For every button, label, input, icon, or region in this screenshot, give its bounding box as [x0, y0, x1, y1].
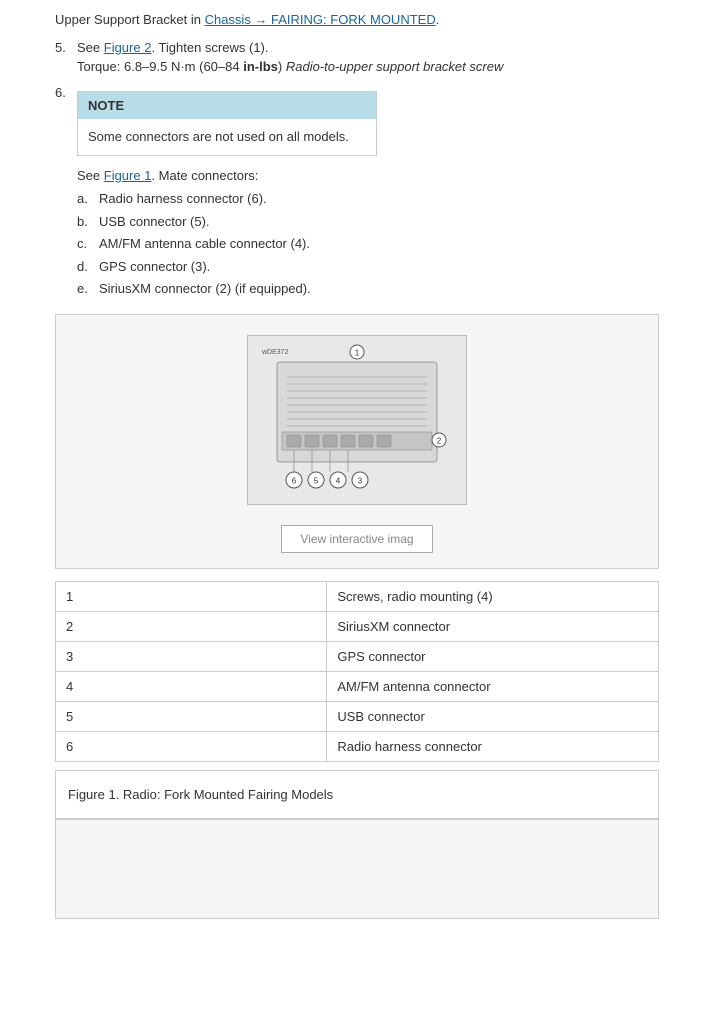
row1-desc: Screws, radio mounting (4) [327, 581, 659, 611]
table-row: 5 USB connector [56, 701, 659, 731]
sub-item-c: c. AM/FM antenna cable connector (4). [77, 234, 659, 254]
figure-svg: wDE372 1 [257, 342, 457, 497]
see-figure1-line: See Figure 1. Mate connectors: [77, 166, 659, 186]
step-5: 5. See Figure 2. Tighten screws (1). Tor… [55, 38, 659, 77]
sub-label-c: c. [77, 234, 99, 254]
torque-italic: Radio-to-upper support bracket screw [286, 59, 504, 74]
empty-figure-area [55, 819, 659, 919]
sub-text-b: USB connector (5). [99, 212, 210, 232]
view-interactive-button[interactable]: View interactive imag [281, 525, 432, 553]
sub-item-e: e. SiriusXM connector (2) (if equipped). [77, 279, 659, 299]
step-5-content: See Figure 2. Tighten screws (1). Torque… [77, 38, 659, 77]
svg-text:4: 4 [336, 477, 341, 486]
step-6-content: NOTE Some connectors are not used on all… [77, 83, 659, 302]
row2-number: 2 [56, 611, 327, 641]
page-container: Upper Support Bracket in Chassis → FAIRI… [0, 0, 714, 939]
sub-label-b: b. [77, 212, 99, 232]
step-6: 6. NOTE Some connectors are not used on … [55, 83, 659, 302]
sub-label-d: d. [77, 257, 99, 277]
svg-text:1: 1 [355, 349, 360, 358]
row3-number: 3 [56, 641, 327, 671]
row3-desc: GPS connector [327, 641, 659, 671]
row1-number: 1 [56, 581, 327, 611]
sub-text-e: SiriusXM connector (2) (if equipped). [99, 279, 311, 299]
sub-text-a: Radio harness connector (6). [99, 189, 267, 209]
table-row: 4 AM/FM antenna connector [56, 671, 659, 701]
svg-text:5: 5 [314, 477, 319, 486]
sub-item-a: a. Radio harness connector (6). [77, 189, 659, 209]
row2-desc: SiriusXM connector [327, 611, 659, 641]
note-box: NOTE Some connectors are not used on all… [77, 91, 377, 156]
chassis-fairing-link[interactable]: Chassis → FAIRING: FORK MOUNTED [205, 12, 436, 27]
row5-desc: USB connector [327, 701, 659, 731]
note-body: Some connectors are not used on all mode… [78, 119, 376, 155]
intro-prefix: Upper Support Bracket in [55, 12, 205, 27]
svg-text:3: 3 [358, 477, 363, 486]
table-row: 3 GPS connector [56, 641, 659, 671]
table-row: 6 Radio harness connector [56, 731, 659, 761]
figure2-link[interactable]: Figure 2 [104, 40, 152, 55]
step-5-line1: See Figure 2. Tighten screws (1). [77, 38, 659, 58]
table-row: 1 Screws, radio mounting (4) [56, 581, 659, 611]
sub-text-d: GPS connector (3). [99, 257, 210, 277]
sub-label-e: e. [77, 279, 99, 299]
step-5-number: 5. [55, 38, 77, 77]
sub-text-c: AM/FM antenna cable connector (4). [99, 234, 310, 254]
row6-number: 6 [56, 731, 327, 761]
step-6-number: 6. [55, 83, 77, 302]
figure-caption-box: Figure 1. Radio: Fork Mounted Fairing Mo… [55, 770, 659, 819]
step-list: 5. See Figure 2. Tighten screws (1). Tor… [55, 38, 659, 302]
note-header: NOTE [78, 92, 376, 120]
svg-text:wDE372: wDE372 [261, 349, 289, 356]
figure1-link[interactable]: Figure 1 [104, 168, 152, 183]
sub-item-d: d. GPS connector (3). [77, 257, 659, 277]
svg-text:2: 2 [437, 437, 442, 446]
sub-item-b: b. USB connector (5). [77, 212, 659, 232]
figure-box: wDE372 1 [55, 314, 659, 569]
row5-number: 5 [56, 701, 327, 731]
in-lbs-bold: in-lbs [243, 59, 278, 74]
row4-number: 4 [56, 671, 327, 701]
row6-desc: Radio harness connector [327, 731, 659, 761]
step-5-torque: Torque: 6.8–9.5 N·m (60–84 in-lbs) Radio… [77, 57, 659, 77]
parts-table: 1 Screws, radio mounting (4) 2 SiriusXM … [55, 581, 659, 762]
table-row: 2 SiriusXM connector [56, 611, 659, 641]
sub-label-a: a. [77, 189, 99, 209]
figure-caption: Figure 1. Radio: Fork Mounted Fairing Mo… [68, 787, 646, 802]
intro-text: Upper Support Bracket in Chassis → FAIRI… [55, 10, 659, 30]
svg-text:6: 6 [292, 477, 297, 486]
figure-image-area: wDE372 1 [247, 335, 467, 505]
row4-desc: AM/FM antenna connector [327, 671, 659, 701]
sub-list: a. Radio harness connector (6). b. USB c… [77, 189, 659, 299]
